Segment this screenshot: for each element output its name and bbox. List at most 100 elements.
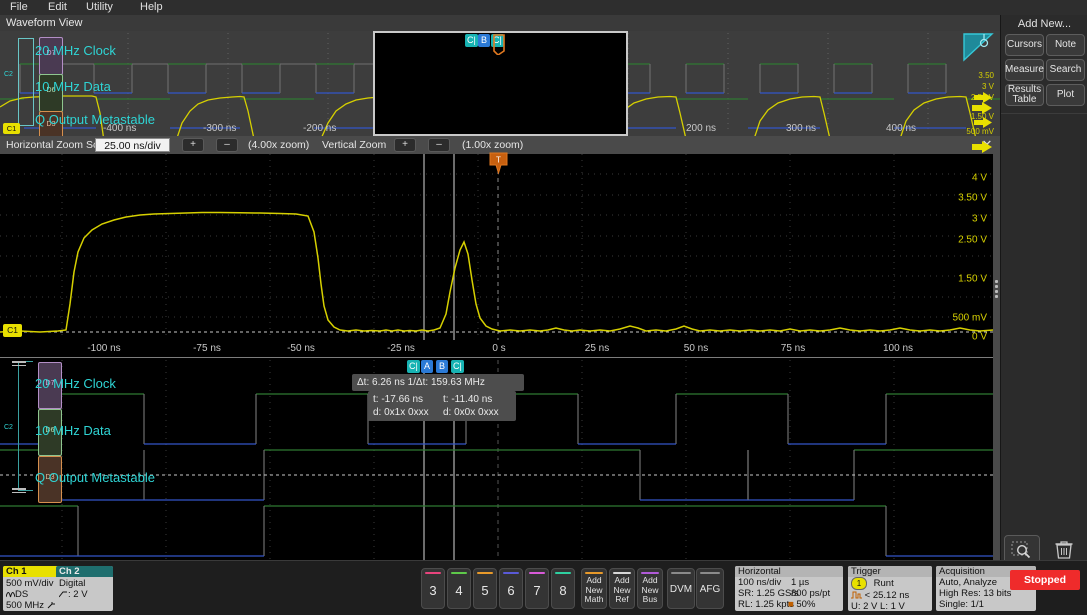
- channel-8-label: 8: [559, 583, 567, 598]
- add-ref-label: Add New Ref: [613, 575, 631, 604]
- menu-item-file[interactable]: File: [10, 1, 28, 13]
- digital-bracket-bottom-handle[interactable]: [12, 488, 26, 495]
- add-new-sidebar: Add New... Cursors Note Measure Search R…: [1000, 15, 1087, 560]
- digital-trace-label-d7: 20 MHz Clock: [35, 376, 116, 391]
- horizontal-row-2: SR: 1.25 GS/s800 ps/pt: [738, 588, 831, 599]
- horizontal-status-box[interactable]: Horizontal 100 ns/div 1 µs SR: 1.25 GS/s8…: [735, 566, 843, 611]
- horizontal-row-3: RL: 1.25 kpts■ 50%: [738, 599, 816, 610]
- overview-xtick--300: -300 ns: [203, 123, 237, 134]
- cursor-badge-b[interactable]: B: [436, 360, 448, 373]
- main-xtick--100: -100 ns: [87, 343, 121, 354]
- overview-trigger-bracket-icon: [493, 34, 505, 55]
- digital-trace-label-d3: Q Output Metastable: [35, 470, 155, 485]
- overview-trace-label-d3: Q Output Metastable: [35, 112, 155, 127]
- channel-2-badge[interactable]: Ch 2 Digital : 2 V: [56, 566, 113, 611]
- dvm-button[interactable]: DVM: [667, 568, 695, 609]
- main-ytick-3_50: 3.50 V: [958, 192, 987, 204]
- overview-cursor-badge-c1[interactable]: C|: [465, 34, 478, 47]
- add-new-bus-button[interactable]: Add New Bus: [637, 568, 663, 609]
- afg-button[interactable]: AFG: [696, 568, 724, 609]
- add-math-label: Add New Math: [584, 575, 604, 604]
- probe-icon: [47, 602, 55, 609]
- channel-4-label: 4: [455, 583, 463, 598]
- main-ytick-2_50: 2.50 V: [958, 234, 987, 246]
- overview-waveform-handle-icon[interactable]: [962, 32, 994, 62]
- add-new-ref-button[interactable]: Add New Ref: [609, 568, 635, 609]
- channel-8-color-bar: [555, 572, 571, 574]
- cursor-a-readout[interactable]: t: -17.66 ns d: 0x1x 0xxx: [368, 391, 446, 421]
- channel-3-button[interactable]: 3: [421, 568, 445, 609]
- cursor-a-readout-data: d: 0x1x 0xxx: [373, 407, 429, 418]
- cursor-badge-c-left[interactable]: C|: [407, 360, 420, 373]
- channel-7-label: 7: [533, 583, 541, 598]
- digital-bracket-top-handle[interactable]: [12, 361, 26, 368]
- menu-item-help[interactable]: Help: [140, 1, 163, 13]
- vertical-zoom-decrease-button[interactable]: –: [428, 138, 450, 152]
- horizontal-zoom-decrease-button[interactable]: –: [216, 138, 238, 152]
- add-bus-label: Add New Bus: [641, 575, 659, 604]
- channel-6-label: 6: [507, 583, 515, 598]
- digital-group-bracket: [18, 361, 33, 491]
- add-note-button[interactable]: Note: [1046, 34, 1085, 56]
- add-new-math-button[interactable]: Add New Math: [581, 568, 607, 609]
- main-ytick-1_50: 1.50 V: [958, 273, 987, 285]
- vertical-zoom-label: Vertical Zoom: [322, 139, 387, 151]
- afg-label: AFG: [699, 584, 721, 595]
- channel-8-button[interactable]: 8: [551, 568, 575, 609]
- horizontal-status-header: Horizontal: [735, 566, 843, 577]
- channel-3-color-bar: [425, 572, 441, 574]
- main-xtick-50: 50 ns: [683, 343, 709, 354]
- cursor-a-readout-time: t: -17.66 ns: [373, 394, 424, 405]
- cursor-badge-a[interactable]: A: [421, 360, 433, 373]
- overview-upper-level-arrow-icon[interactable]: [974, 91, 994, 104]
- digital-trace-label-d6: 10 MHz Data: [35, 423, 111, 438]
- overview-lower-level-arrow-icon[interactable]: [974, 116, 994, 129]
- horizontal-zoom-increase-button[interactable]: +: [182, 138, 204, 152]
- channel-7-button[interactable]: 7: [525, 568, 549, 609]
- overview-c1-marker[interactable]: C1: [3, 123, 20, 134]
- run-stop-status-button[interactable]: Stopped: [1010, 570, 1080, 590]
- add-cursors-button[interactable]: Cursors: [1005, 34, 1044, 56]
- cursor-badge-c-right[interactable]: C|: [451, 360, 464, 373]
- cursor-b-readout[interactable]: t: -11.40 ns d: 0x0x 0xxx: [438, 391, 516, 421]
- horizontal-zoom-scale-value[interactable]: 25.00 ns/div: [95, 138, 170, 152]
- channel-1-bandwidth: 500 MHz: [6, 600, 57, 611]
- overview-ylabel-3v: 3 V: [981, 82, 994, 91]
- plot-resize-rail[interactable]: [993, 154, 1000, 560]
- main-ytick-3v: 3 V: [971, 213, 987, 225]
- main-zoom-plot[interactable]: C1: [0, 154, 993, 340]
- add-search-button[interactable]: Search: [1046, 59, 1085, 81]
- digital-channel-tag: C2: [4, 424, 13, 431]
- channel-5-button[interactable]: 5: [473, 568, 497, 609]
- channel-1-badge[interactable]: Ch 1 500 mV/div DS 500 MHz: [3, 566, 60, 611]
- coupling-icon: [6, 592, 15, 598]
- main-xtick--25: -25 ns: [387, 343, 415, 354]
- main-xtick-25: 25 ns: [584, 343, 610, 354]
- channel-6-button[interactable]: 6: [499, 568, 523, 609]
- add-ref-color-bar: [613, 572, 631, 574]
- plot-drag-handle[interactable]: [994, 278, 999, 304]
- add-measure-button[interactable]: Measure: [1005, 59, 1044, 81]
- trigger-lower-level-arrow-icon[interactable]: [972, 140, 994, 154]
- overview-xtick-200: 200 ns: [686, 123, 717, 134]
- overview-ylabel-3_50: 3.50: [978, 71, 994, 80]
- vertical-zoom-increase-button[interactable]: +: [394, 138, 416, 152]
- channel-4-button[interactable]: 4: [447, 568, 471, 609]
- channel-7-color-bar: [529, 572, 545, 574]
- svg-text:T: T: [496, 156, 501, 165]
- overview-cursor-badge-b[interactable]: B: [478, 34, 490, 47]
- add-math-color-bar: [585, 572, 603, 574]
- overview-trace-label-d7: 20 MHz Clock: [35, 43, 116, 58]
- main-plot-c1-marker[interactable]: C1: [3, 324, 22, 337]
- overview-panel[interactable]: D7 20 MHz Clock D6 10 MHz Data D3 Q Outp…: [0, 31, 1000, 136]
- trigger-status-box[interactable]: Trigger 1 Runt < 25.12 ns U: 2 V L: 1 V: [848, 566, 932, 611]
- menu-item-edit[interactable]: Edit: [48, 1, 67, 13]
- trigger-marker-icon[interactable]: T: [489, 152, 508, 174]
- add-results-table-button[interactable]: Results Table: [1005, 84, 1044, 106]
- add-plot-button[interactable]: Plot: [1046, 84, 1085, 106]
- dvm-label: DVM: [669, 584, 693, 595]
- channel-4-color-bar: [451, 572, 467, 574]
- menu-item-utility[interactable]: Utility: [86, 1, 113, 13]
- horizontal-row-1: 100 ns/div 1 µs: [738, 577, 810, 588]
- cursor-delta-readout[interactable]: Δt: 6.26 ns 1/Δt: 159.63 MHz: [352, 374, 524, 391]
